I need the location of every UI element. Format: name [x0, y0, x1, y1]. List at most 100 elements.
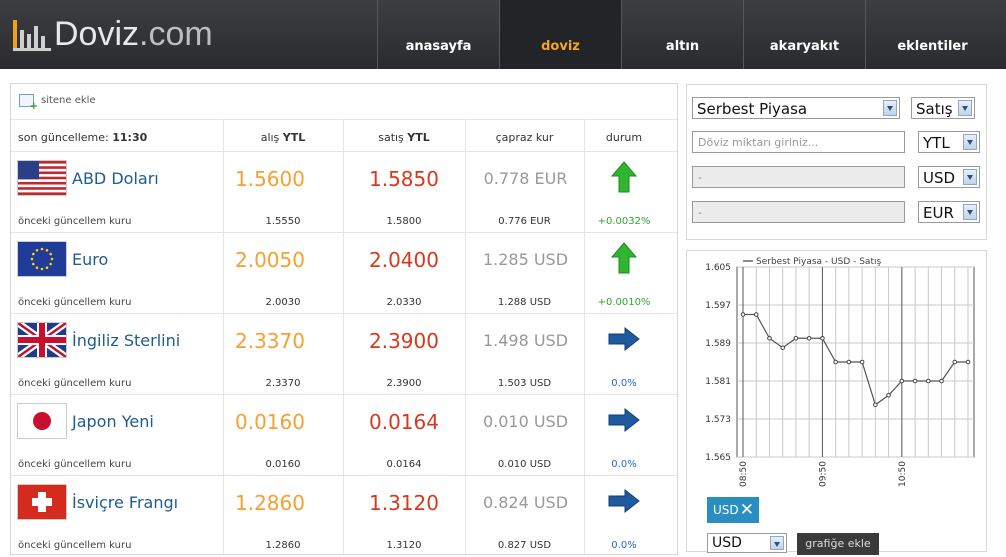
cross-rate: 1.498 USD: [482, 331, 569, 350]
nav-altin[interactable]: altın: [621, 0, 743, 69]
output-field-1: -: [692, 166, 905, 188]
y-tick-label: 1.605: [705, 263, 731, 273]
prev-sell-rate: 2.0330: [386, 297, 422, 308]
close-icon[interactable]: ✕: [740, 497, 754, 523]
buy-rate: 2.0050: [235, 248, 305, 272]
data-point: [820, 335, 825, 341]
currency-name[interactable]: İsviçre Frangı: [72, 493, 178, 512]
divider: [11, 119, 677, 120]
buy-rate: 1.2860: [235, 491, 305, 515]
converter-panel: Serbest Piyasa Satış Döviz miktarı girin…: [686, 84, 987, 240]
col-head-buy: alış YTL: [260, 131, 306, 144]
y-tick-label: 1.565: [705, 453, 731, 463]
previous-rate-label: önceki güncellem kuru: [18, 297, 132, 308]
add-to-chart-button[interactable]: grafiğe ekle: [797, 533, 879, 555]
side-select[interactable]: Satış: [911, 97, 975, 119]
chevron-down-icon: [963, 204, 977, 220]
data-point: [806, 335, 812, 341]
y-tick-label: 1.573: [705, 415, 731, 425]
jp-flag-icon: [17, 403, 67, 439]
currency-name[interactable]: ABD Doları: [72, 169, 159, 188]
ch-flag-icon: [17, 484, 67, 520]
data-point: [952, 359, 958, 365]
chevron-down-icon: [963, 134, 977, 150]
amount-input[interactable]: Döviz miktarı giriniz...: [692, 131, 905, 153]
sell-rate: 1.5850: [369, 167, 439, 191]
out1-currency-select[interactable]: USD: [918, 166, 980, 188]
nav-doviz[interactable]: doviz: [499, 0, 621, 69]
x-tick-label: 09:50: [818, 461, 828, 487]
nav-eklentiler[interactable]: eklentiler: [865, 0, 999, 69]
site-logo[interactable]: Doviz.com: [12, 14, 213, 54]
prev-buy-rate: 1.5550: [265, 216, 301, 227]
data-point: [793, 335, 799, 341]
previous-rate-label: önceki güncellem kuru: [18, 378, 132, 389]
prev-sell-rate: 2.3900: [386, 378, 422, 389]
market-select[interactable]: Serbest Piyasa: [692, 97, 900, 119]
change-percent: +0.0032%: [597, 216, 651, 227]
logo-text: Doviz.com: [54, 15, 213, 53]
eu-flag-icon: [17, 241, 67, 277]
buy-rate: 2.3370: [235, 329, 305, 353]
prev-buy-rate: 2.3370: [265, 378, 301, 389]
change-percent: 0.0%: [611, 459, 637, 470]
change-percent: 0.0%: [611, 540, 637, 551]
data-point: [780, 345, 786, 351]
chart-currency-select[interactable]: USD: [707, 533, 787, 553]
y-tick-label: 1.589: [705, 339, 731, 349]
sell-rate: 1.3120: [369, 491, 439, 515]
add-site-icon: [19, 94, 38, 112]
prev-sell-rate: 1.5800: [386, 216, 422, 227]
us-flag-icon: [17, 160, 67, 196]
currency-row: İsviçre Frangı 1.2860 1.3120 0.824 USD öncek…: [11, 475, 677, 557]
add-to-site-link[interactable]: sitene ekle: [19, 94, 96, 112]
chevron-down-icon: [958, 100, 972, 116]
change-percent: 0.0%: [611, 378, 637, 389]
col-head-cross: çapraz kur: [495, 131, 554, 144]
arrow-right-blue-icon: [587, 403, 661, 437]
arrow-up-green-icon: [587, 241, 661, 275]
prev-buy-rate: 1.2860: [265, 540, 301, 551]
currency-name[interactable]: Euro: [72, 250, 108, 269]
bar-chart-logo-icon: [13, 20, 51, 51]
series-line: [743, 313, 968, 406]
currency-row: Euro 2.0050 2.0400 1.285 USD önceki güncelle…: [11, 232, 677, 314]
rate-line-chart: 1.605 1.597 1.589 1.581 1.573 1.565 08:50 09:50…: [705, 257, 975, 487]
data-point: [753, 312, 759, 317]
prev-sell-rate: 1.3120: [386, 540, 422, 551]
cross-rate: 1.285 USD: [482, 250, 569, 269]
uk-flag-icon: [15, 320, 69, 360]
y-tick-label: 1.581: [705, 377, 731, 387]
prev-buy-rate: 2.0030: [265, 297, 301, 308]
currency-row: İngiliz Sterlini 2.3370 2.3900 1.498 USD önc…: [11, 313, 677, 395]
prev-buy-rate: 0.0160: [265, 459, 301, 470]
from-currency-select[interactable]: YTL: [918, 131, 980, 153]
chevron-down-icon: [770, 536, 784, 550]
prev-cross-rate: 0.776 EUR: [498, 216, 551, 227]
data-point: [912, 378, 918, 384]
arrow-right-blue-icon: [587, 322, 661, 356]
sell-rate: 2.0400: [369, 248, 439, 272]
sell-rate: 0.0164: [369, 410, 439, 434]
main-nav: anasayfa doviz altın akaryakıt eklentile…: [377, 0, 999, 69]
currency-row: Japon Yeni 0.0160 0.0164 0.010 USD önceki gü…: [11, 394, 677, 476]
nav-akaryakit[interactable]: akaryakıt: [743, 0, 865, 69]
data-point: [846, 359, 852, 365]
data-point: [767, 335, 772, 341]
arrow-right-blue-icon: [587, 484, 661, 518]
arrow-up-green-icon: [587, 160, 661, 194]
sell-rate: 2.3900: [369, 329, 439, 353]
top-header: Doviz.com anasayfa doviz altın akaryakıt…: [0, 0, 1006, 69]
currency-name[interactable]: Japon Yeni: [72, 412, 154, 431]
usd-series-tag[interactable]: USD ✕: [707, 497, 759, 523]
out2-currency-select[interactable]: EUR: [918, 201, 980, 223]
previous-rate-label: önceki güncellem kuru: [18, 459, 132, 470]
data-point: [833, 359, 838, 365]
currency-name[interactable]: İngiliz Sterlini: [72, 331, 180, 350]
buy-rate: 1.5600: [235, 167, 305, 191]
previous-rate-label: önceki güncellem kuru: [18, 216, 132, 227]
data-point: [925, 378, 931, 384]
nav-anasayfa[interactable]: anasayfa: [377, 0, 499, 69]
col-head-status: durum: [605, 131, 643, 144]
cross-rate: 0.824 USD: [482, 493, 569, 512]
